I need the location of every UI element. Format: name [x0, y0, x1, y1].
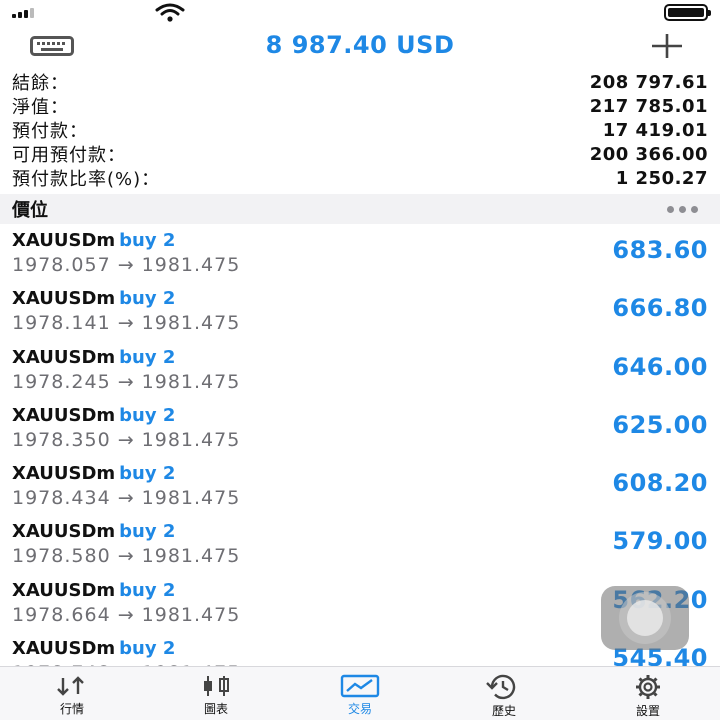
tab-history-clock[interactable]: 歷史	[432, 667, 576, 720]
position-row[interactable]: XAUUSDm buy 2 1978.434 → 1981.475 608.20	[0, 457, 720, 515]
position-profit: 625.00	[612, 410, 708, 439]
position-row[interactable]: XAUUSDm buy 2 1978.057 → 1981.475 683.60	[0, 224, 720, 282]
position-row[interactable]: XAUUSDm buy 2 1978.245 → 1981.475 646.00	[0, 341, 720, 399]
position-header: XAUUSDm buy 2	[12, 463, 175, 484]
position-row[interactable]: XAUUSDm buy 2 1978.580 → 1981.475 579.00	[0, 515, 720, 573]
more-options-icon[interactable]	[667, 205, 698, 213]
position-prices: 1978.434 → 1981.475	[12, 487, 241, 510]
position-prices: 1978.580 → 1981.475	[12, 545, 241, 568]
tab-candlestick-chart[interactable]: 圖表	[144, 667, 288, 720]
tab-label: 歷史	[491, 704, 516, 718]
position-side: buy 2	[119, 288, 176, 310]
position-symbol: XAUUSDm	[12, 463, 116, 485]
position-row[interactable]: XAUUSDm buy 2 1978.141 → 1981.475 666.80	[0, 282, 720, 340]
position-header: XAUUSDm buy 2	[12, 347, 175, 368]
tab-bar: 行情 圖表 交易 歷史 設置	[0, 666, 720, 720]
account-label: 可用預付款：	[12, 145, 126, 166]
position-profit: 646.00	[612, 352, 708, 381]
account-row: 預付款比率(%)： 1 250.27	[0, 166, 720, 191]
position-profit: 666.80	[612, 294, 708, 323]
account-label: 淨值：	[12, 97, 69, 118]
history-clock-icon	[484, 674, 524, 700]
tab-label: 圖表	[203, 702, 228, 716]
position-symbol: XAUUSDm	[12, 638, 116, 660]
account-summary: 結餘： 208 797.61 淨值： 217 785.01 預付款： 17 419.01 可…	[0, 70, 720, 191]
position-profit: 608.20	[612, 469, 708, 498]
position-header: XAUUSDm buy 2	[12, 288, 175, 309]
account-row: 結餘： 208 797.61	[0, 70, 720, 95]
account-row: 可用預付款： 200 366.00	[0, 142, 720, 167]
position-prices: 1978.057 → 1981.475	[12, 254, 241, 276]
account-row: 淨值： 217 785.01	[0, 94, 720, 119]
account-label: 預付款比率(%)：	[12, 169, 161, 190]
position-header: XAUUSDm buy 2	[12, 521, 175, 542]
status-bar	[0, 0, 720, 26]
position-symbol: XAUUSDm	[12, 230, 116, 251]
account-label: 結餘：	[12, 73, 69, 94]
account-value: 17 419.01	[602, 119, 708, 141]
position-prices: 1978.245 → 1981.475	[12, 370, 241, 393]
position-side: buy 2	[119, 463, 176, 485]
section-header: 價位	[0, 194, 720, 224]
position-side: buy 2	[119, 638, 176, 660]
position-symbol: XAUUSDm	[12, 346, 116, 368]
position-prices: 1978.664 → 1981.475	[12, 603, 241, 626]
account-label: 預付款：	[12, 121, 88, 142]
position-symbol: XAUUSDm	[12, 288, 116, 310]
nav-bar: 8 987.40 USD	[0, 26, 720, 66]
tab-label: 設置	[635, 704, 660, 718]
position-profit: 579.00	[612, 527, 708, 556]
account-value: 208 797.61	[589, 71, 708, 93]
tab-settings-gear[interactable]: 設置	[576, 667, 720, 720]
position-side: buy 2	[119, 346, 176, 368]
balance-title: 8 987.40 USD	[265, 31, 455, 59]
tab-trade-chart[interactable]: 交易	[288, 667, 432, 720]
position-side: buy 2	[119, 404, 176, 426]
position-profit: 683.60	[612, 236, 708, 264]
assistive-touch-button[interactable]	[601, 586, 689, 650]
position-prices: 1978.350 → 1981.475	[12, 428, 241, 451]
quotes-arrows-icon	[54, 674, 90, 698]
account-value: 217 785.01	[589, 95, 708, 117]
position-symbol: XAUUSDm	[12, 404, 116, 426]
position-header: XAUUSDm buy 2	[12, 638, 175, 659]
position-side: buy 2	[119, 579, 176, 601]
tab-quotes-arrows[interactable]: 行情	[0, 667, 144, 720]
settings-gear-icon	[630, 674, 666, 700]
tab-label: 行情	[59, 702, 84, 716]
trade-chart-icon	[340, 674, 380, 698]
add-icon[interactable]	[650, 33, 684, 59]
position-header: XAUUSDm buy 2	[12, 230, 175, 251]
section-title: 價位	[12, 200, 48, 221]
position-side: buy 2	[119, 230, 176, 251]
position-symbol: XAUUSDm	[12, 521, 116, 543]
position-header: XAUUSDm buy 2	[12, 580, 175, 601]
tab-label: 交易	[347, 702, 372, 716]
position-row[interactable]: XAUUSDm buy 2 1978.350 → 1981.475 625.00	[0, 399, 720, 457]
position-symbol: XAUUSDm	[12, 579, 116, 601]
account-value: 200 366.00	[589, 143, 708, 165]
position-header: XAUUSDm buy 2	[12, 405, 175, 426]
position-prices: 1978.141 → 1981.475	[12, 312, 241, 335]
account-value: 1 250.27	[615, 167, 708, 189]
wifi-icon	[155, 3, 185, 22]
battery-icon	[664, 4, 711, 21]
cellular-signal-icon	[12, 8, 34, 18]
candlestick-chart-icon	[198, 674, 234, 698]
position-side: buy 2	[119, 521, 176, 543]
account-row: 預付款： 17 419.01	[0, 118, 720, 143]
